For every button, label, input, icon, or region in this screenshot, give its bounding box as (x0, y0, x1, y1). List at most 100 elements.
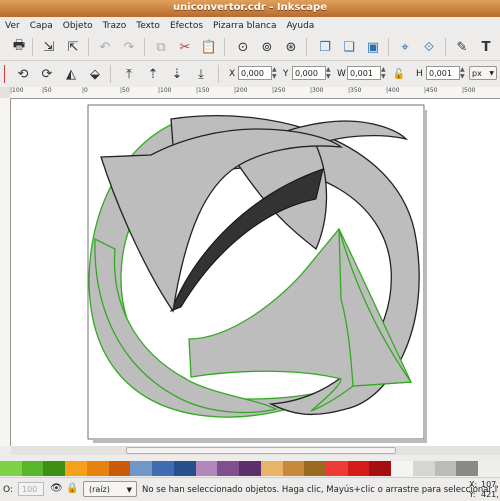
w-field[interactable]: 0,001 (347, 66, 381, 80)
color-swatch[interactable] (195, 461, 218, 476)
zoom-page-icon[interactable]: ⊛ (282, 38, 300, 56)
separator (224, 38, 225, 56)
h-field[interactable]: 0,001 (426, 66, 460, 80)
clone-icon[interactable]: ❐ (316, 38, 334, 56)
cut-icon[interactable]: ✂ (176, 38, 194, 56)
group-icon[interactable]: ▣ (364, 38, 382, 56)
ruler-tick-label: |400 (386, 87, 400, 94)
color-swatch[interactable] (86, 461, 109, 476)
color-swatch[interactable] (369, 461, 392, 476)
color-swatch[interactable] (130, 461, 153, 476)
lock-icon[interactable]: 🔓 (390, 65, 408, 83)
eye-icon[interactable]: 👁 (50, 483, 63, 494)
layer-value: (raíz) (89, 485, 110, 494)
export-icon[interactable]: ⇱ (64, 38, 82, 56)
ruler-tick-label: |150 (196, 87, 210, 94)
zoom-selection-icon[interactable]: ⊙ (234, 38, 252, 56)
window-title: uniconvertor.cdr - Inkscape (173, 2, 327, 13)
opacity-label: O: (3, 485, 13, 495)
x-spinner[interactable]: ▲ ▼ (272, 66, 279, 80)
tool-controls-toolbar: ⟲ ⟳ ◭ ⬙ ⤒ ⇡ ⇣ ⤓ X 0,000 ▲ ▼ Y 0,000 ▲ ▼ W … (0, 61, 500, 88)
scrollbar-thumb[interactable] (126, 447, 396, 454)
lower-icon[interactable]: ⇣ (168, 65, 186, 83)
text-font-icon[interactable]: T (477, 38, 495, 56)
color-swatch[interactable] (391, 461, 413, 476)
vertical-ruler[interactable] (0, 98, 11, 446)
unit-value: px (472, 69, 482, 78)
unlink-clone-icon[interactable]: ❏ (340, 38, 358, 56)
y-spinner[interactable]: ▲ ▼ (326, 66, 333, 80)
y-field[interactable]: 0,000 (292, 66, 326, 80)
raise-icon[interactable]: ⇡ (144, 65, 162, 83)
status-message: No se han seleccionado objetos. Haga cli… (142, 485, 498, 495)
separator (144, 38, 145, 56)
color-swatch[interactable] (239, 461, 261, 476)
h-spinner[interactable]: ▲ ▼ (460, 66, 467, 80)
color-swatch[interactable] (260, 461, 283, 476)
separator (306, 38, 307, 56)
color-swatch[interactable] (173, 461, 196, 476)
cursor-y-value: 421, (481, 490, 499, 499)
color-swatch[interactable] (304, 461, 327, 476)
menu-effects[interactable]: Efectos (165, 21, 208, 31)
color-swatch[interactable] (326, 461, 348, 476)
x-field[interactable]: 0,000 (238, 66, 272, 80)
ruler-tick-label: |250 (272, 87, 286, 94)
opacity-field[interactable]: 100 (18, 482, 44, 496)
separator (388, 38, 389, 56)
color-swatch[interactable] (434, 461, 457, 476)
color-swatch[interactable] (21, 461, 44, 476)
node-editor-icon[interactable]: ⌖ (396, 38, 414, 56)
horizontal-ruler[interactable]: |100 |50 |0 |50 |100 |150 |200 |250 |300… (10, 87, 500, 99)
color-swatch[interactable] (0, 461, 22, 476)
color-swatch[interactable] (152, 461, 174, 476)
drawing-canvas[interactable] (11, 99, 500, 446)
menu-view[interactable]: Ver (0, 21, 25, 31)
chevron-down-icon: ▼ (489, 70, 494, 77)
transform-icon[interactable]: ⟐ (420, 38, 438, 56)
menu-object[interactable]: Objeto (58, 21, 98, 31)
drawing-svg (87, 104, 427, 443)
separator (32, 38, 33, 56)
menu-layer[interactable]: Capa (25, 21, 58, 31)
undo-icon[interactable]: ↶ (96, 38, 114, 56)
separator (110, 65, 111, 83)
flip-vertical-icon[interactable]: ⬙ (86, 65, 104, 83)
w-spinner[interactable]: ▲ ▼ (381, 66, 388, 80)
page-shadow (93, 439, 426, 443)
color-swatch[interactable] (456, 461, 479, 476)
color-swatch[interactable] (347, 461, 370, 476)
menu-help[interactable]: Ayuda (282, 21, 320, 31)
zoom-drawing-icon[interactable]: ⊚ (258, 38, 276, 56)
unit-select[interactable]: px ▼ (469, 66, 497, 80)
page-shadow (424, 110, 427, 443)
status-bar: O: 100 👁 🔒 (raíz) ▼ No se han selecciona… (0, 477, 500, 501)
color-swatch[interactable] (65, 461, 87, 476)
menu-text[interactable]: Texto (131, 21, 165, 31)
lock-icon[interactable]: 🔒 (66, 483, 78, 494)
import-icon[interactable]: ⇲ (40, 38, 58, 56)
ruler-tick-label: |100 (158, 87, 172, 94)
duplicate-icon[interactable]: ⧉ (152, 38, 170, 56)
y-label: Y (283, 69, 289, 79)
horizontal-scrollbar[interactable] (11, 446, 500, 455)
color-swatch[interactable] (43, 461, 66, 476)
print-icon[interactable]: 🖶 (10, 38, 28, 56)
color-swatch[interactable] (217, 461, 240, 476)
color-swatch[interactable] (282, 461, 305, 476)
flip-horizontal-icon[interactable]: ◭ (62, 65, 80, 83)
layer-select[interactable]: (raíz) ▼ (83, 481, 137, 497)
fill-stroke-icon[interactable]: ✎ (453, 38, 471, 56)
color-swatch[interactable] (108, 461, 131, 476)
color-swatch[interactable] (478, 461, 500, 476)
raise-to-top-icon[interactable]: ⤒ (120, 65, 138, 83)
rotate-ccw-icon[interactable]: ⟲ (14, 65, 32, 83)
menu-path[interactable]: Trazo (98, 21, 132, 31)
redo-icon[interactable]: ↷ (120, 38, 138, 56)
color-swatch[interactable] (412, 461, 435, 476)
lower-to-bottom-icon[interactable]: ⤓ (192, 65, 210, 83)
rotate-cw-icon[interactable]: ⟳ (38, 65, 56, 83)
menu-whiteboard[interactable]: Pizarra blanca (208, 21, 281, 31)
paste-icon[interactable]: 📋 (200, 38, 218, 56)
color-palette (0, 461, 500, 476)
